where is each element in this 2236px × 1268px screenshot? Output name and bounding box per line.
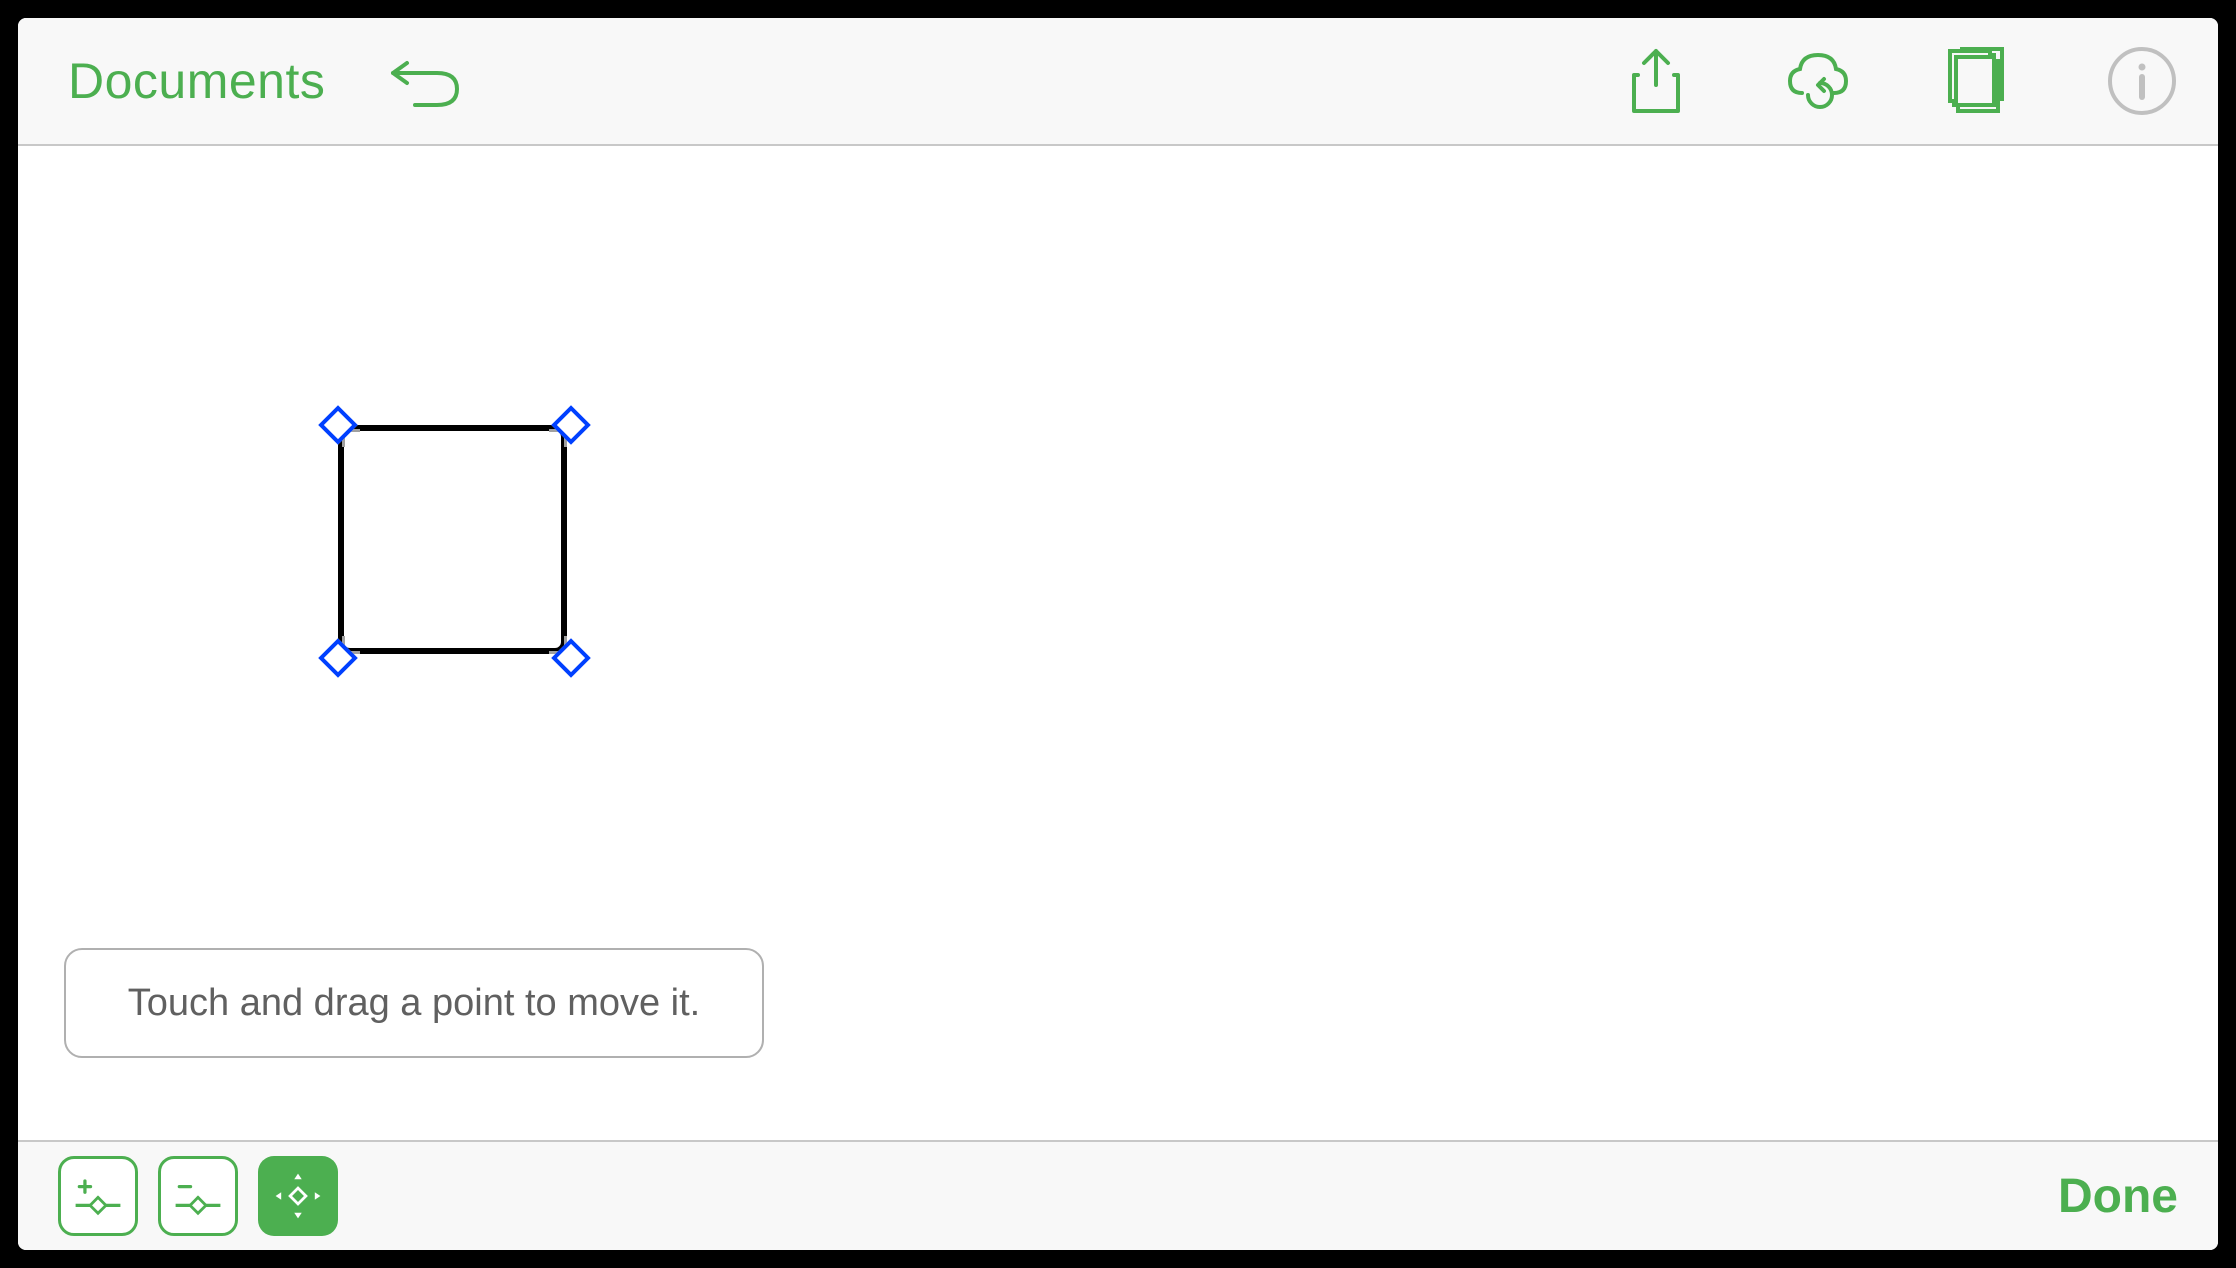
done-button[interactable]: Done (2058, 1169, 2178, 1224)
cloud-sync-icon (1782, 45, 1854, 117)
move-point-icon (270, 1168, 326, 1224)
add-point-icon (70, 1168, 126, 1224)
top-toolbar: Documents (18, 18, 2218, 146)
share-icon (1620, 45, 1692, 117)
add-point-button[interactable] (58, 1156, 138, 1236)
remove-point-button[interactable] (158, 1156, 238, 1236)
app-frame: Documents (18, 18, 2218, 1250)
documents-button[interactable]: Documents (68, 52, 325, 110)
selected-shape[interactable] (322, 409, 587, 674)
toolbar-right-group (1620, 45, 2178, 117)
toolbar-left-group: Documents (68, 51, 465, 111)
canvas[interactable]: Touch and drag a point to move it. (18, 146, 2218, 1140)
edit-tools-group (58, 1156, 338, 1236)
layers-button[interactable] (1944, 45, 2016, 117)
bottom-toolbar: Done (18, 1140, 2218, 1250)
hint-tooltip: Touch and drag a point to move it. (64, 948, 764, 1058)
share-button[interactable] (1620, 45, 1692, 117)
cloud-sync-button[interactable] (1782, 45, 1854, 117)
undo-button[interactable] (385, 51, 465, 111)
layers-icon (1944, 45, 2016, 117)
undo-icon (385, 51, 465, 111)
hint-text: Touch and drag a point to move it. (128, 982, 700, 1025)
move-point-button[interactable] (258, 1156, 338, 1236)
info-icon (2106, 45, 2178, 117)
info-button[interactable] (2106, 45, 2178, 117)
square-shape (338, 425, 567, 654)
remove-point-icon (170, 1168, 226, 1224)
